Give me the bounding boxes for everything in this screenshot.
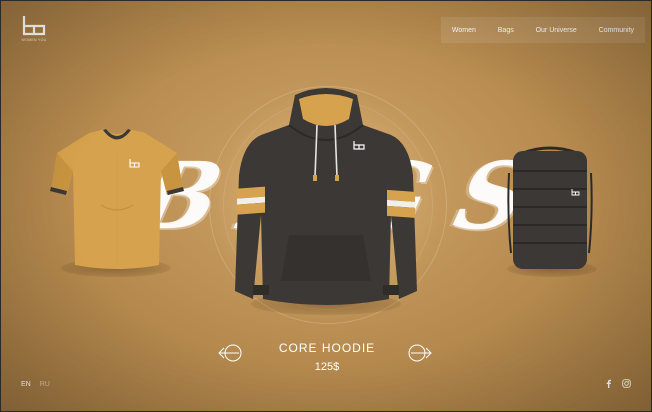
logo-text: WOMEN YOU [21, 38, 47, 42]
product-caption: CORE HOODIE 125$ [251, 341, 403, 373]
nav-item-bags[interactable]: Bags [498, 27, 514, 34]
nav-item-community[interactable]: Community [599, 27, 634, 34]
product-name: CORE HOODIE [278, 341, 376, 355]
language-en[interactable]: EN [21, 381, 31, 388]
language-ru[interactable]: RU [40, 381, 50, 388]
nav-item-our-universe[interactable]: Our Universe [536, 27, 577, 34]
hoodie-image[interactable] [231, 85, 421, 309]
backpack-image[interactable] [507, 143, 593, 271]
tshirt-image[interactable] [49, 125, 185, 271]
product-price: 125$ [314, 361, 340, 373]
arrow-right-icon[interactable] [407, 344, 433, 362]
nav-item-women[interactable]: Women [452, 27, 476, 34]
social-links [604, 379, 631, 388]
main-nav: Women Bags Our Universe Community [441, 17, 645, 43]
instagram-icon[interactable] [622, 379, 631, 388]
hero-stage: WOMEN YOU Women Bags Our Universe Commun… [0, 0, 652, 412]
facebook-icon[interactable] [604, 379, 613, 388]
brand-logo[interactable]: WOMEN YOU [19, 15, 49, 45]
language-switcher: EN RU [21, 381, 50, 388]
logo-icon [22, 16, 46, 36]
arrow-left-icon[interactable] [217, 344, 243, 362]
